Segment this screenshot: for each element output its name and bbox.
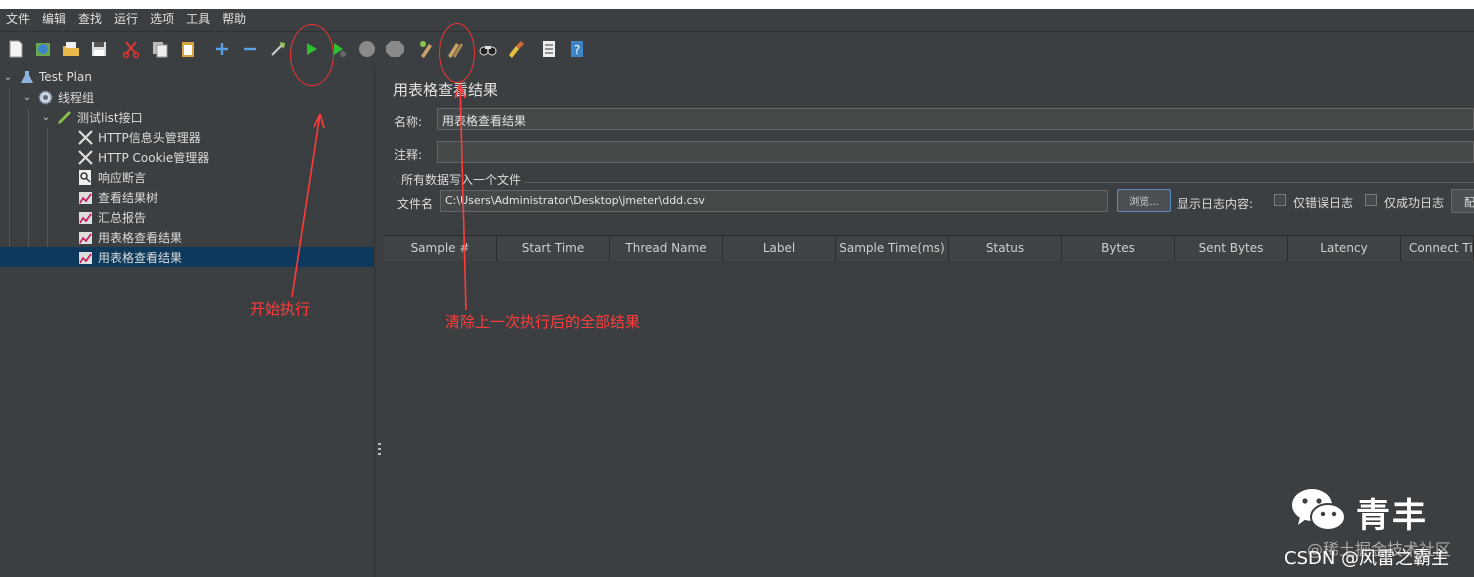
tree-item-label: 用表格查看结果	[98, 250, 183, 265]
tree-item-label: 测试list接口	[77, 110, 143, 125]
menu-bar: 文件 编辑 查找 运行 选项 工具 帮助	[0, 9, 1474, 30]
menu-run[interactable]: 运行	[108, 9, 144, 30]
tree-item-label: 响应断言	[98, 170, 147, 185]
toolbar: ?	[0, 31, 1474, 68]
shutdown-icon[interactable]	[384, 38, 406, 60]
tree-item-label: HTTP Cookie管理器	[98, 150, 210, 165]
menu-search[interactable]: 查找	[72, 9, 108, 30]
save-icon[interactable]	[88, 38, 110, 60]
tree-item-label: 用表格查看结果	[98, 230, 183, 245]
column-header[interactable]: Status	[949, 236, 1062, 261]
chevron-down-icon[interactable]: ⌄	[21, 92, 33, 103]
menu-help[interactable]: 帮助	[216, 9, 252, 30]
wechat-logo-icon	[1292, 489, 1346, 531]
pencil-icon	[56, 109, 73, 126]
clear-icon[interactable]	[416, 38, 438, 60]
configure-button[interactable]: 配置	[1451, 189, 1474, 213]
column-header[interactable]: Sent Bytes	[1175, 236, 1288, 261]
listener-icon	[77, 189, 94, 206]
splitter-grip-icon[interactable]	[378, 443, 381, 457]
toggle-icon[interactable]	[267, 38, 289, 60]
expand-icon[interactable]	[211, 38, 233, 60]
tree-item-label: HTTP信息头管理器	[98, 130, 201, 145]
watermark-account-name: 青丰	[1356, 496, 1428, 536]
errors-only-label: 仅错误日志	[1293, 196, 1354, 210]
column-header[interactable]: Thread Name	[610, 236, 723, 261]
collapse-icon[interactable]	[239, 38, 261, 60]
reset-search-icon[interactable]	[505, 38, 527, 60]
search-icon[interactable]	[477, 38, 499, 60]
gear-icon	[37, 89, 54, 106]
menu-edit[interactable]: 编辑	[36, 9, 72, 30]
listener-icon	[77, 249, 94, 266]
file-group-label: 所有数据写入一个文件	[398, 171, 525, 188]
test-plan-tree: ⌄ Test Plan ⌄ 线程组 ⌄ 测试list接口 HTTP信息头管理器 …	[0, 67, 451, 577]
filename-label: 文件名	[397, 197, 434, 211]
clear-all-highlight-circle	[439, 23, 475, 83]
tree-item-http-sampler[interactable]: ⌄ 测试list接口	[0, 107, 414, 127]
results-table-header: Sample # Start Time Thread Name Label Sa…	[384, 235, 1474, 262]
file-group-border	[396, 182, 1474, 183]
panel-title: 用表格查看结果	[393, 81, 499, 99]
listener-icon	[77, 209, 94, 226]
column-header[interactable]: Latency	[1288, 236, 1401, 261]
menu-options[interactable]: 选项	[144, 9, 180, 30]
wrench-icon	[77, 149, 94, 166]
success-only-label: 仅成功日志	[1384, 196, 1445, 210]
test-plan-icon	[18, 69, 35, 86]
paste-icon[interactable]	[177, 38, 199, 60]
chevron-down-icon[interactable]: ⌄	[40, 112, 52, 123]
tree-item-thread-group[interactable]: ⌄ 线程组	[0, 87, 395, 107]
help-icon[interactable]: ?	[566, 38, 588, 60]
column-header[interactable]: Label	[723, 236, 836, 261]
tree-item-label: 汇总报告	[98, 210, 147, 225]
copy-icon[interactable]	[149, 38, 171, 60]
tree-item-label: 线程组	[58, 90, 95, 105]
tree-item-label: 查看结果树	[98, 190, 159, 205]
comment-label: 注释:	[394, 148, 423, 162]
chevron-down-icon[interactable]: ⌄	[2, 72, 14, 83]
browse-button[interactable]: 浏览...	[1117, 189, 1171, 212]
open-icon[interactable]	[60, 38, 82, 60]
errors-only-checkbox[interactable]	[1274, 194, 1286, 206]
filename-input[interactable]: C:\Users\Administrator\Desktop\jmeter\dd…	[440, 190, 1108, 212]
column-header[interactable]: Sample #	[384, 236, 497, 261]
svg-text:?: ?	[574, 43, 580, 57]
stop-icon[interactable]	[356, 38, 378, 60]
success-only-checkbox[interactable]	[1365, 194, 1377, 206]
wrench-icon	[77, 129, 94, 146]
start-annotation: 开始执行	[250, 300, 311, 318]
column-header[interactable]: Sample Time(ms)	[836, 236, 949, 261]
column-header[interactable]: Bytes	[1062, 236, 1175, 261]
new-icon[interactable]	[5, 38, 27, 60]
menu-file[interactable]: 文件	[0, 9, 36, 30]
column-header[interactable]: Start Time	[497, 236, 610, 261]
menu-tools[interactable]: 工具	[180, 9, 216, 30]
column-header[interactable]: Connect Time(ms)	[1401, 236, 1474, 261]
templates-icon[interactable]	[32, 38, 54, 60]
start-highlight-circle	[290, 24, 334, 86]
clear-all-annotation: 清除上一次执行后的全部结果	[445, 313, 641, 331]
magnifier-icon	[77, 169, 94, 186]
function-helper-icon[interactable]	[538, 38, 560, 60]
listener-icon	[77, 229, 94, 246]
watermark-csdn: CSDN @风雷之霸主	[1284, 548, 1450, 569]
cut-icon[interactable]	[120, 38, 142, 60]
comment-input[interactable]	[437, 141, 1474, 163]
window-top-strip	[0, 0, 1474, 9]
name-input[interactable]: 用表格查看结果	[437, 108, 1474, 130]
name-label: 名称:	[394, 115, 423, 129]
tree-item-label: Test Plan	[39, 70, 92, 84]
log-content-label: 显示日志内容:	[1177, 197, 1254, 211]
